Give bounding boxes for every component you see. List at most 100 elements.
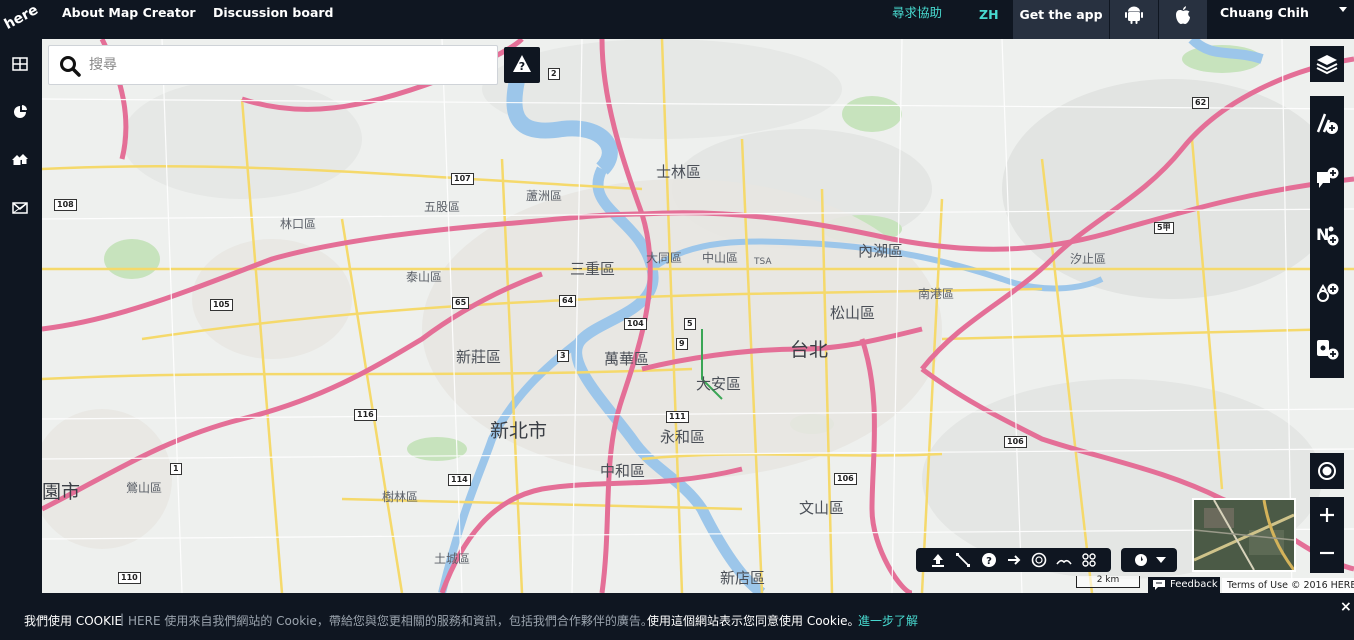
- get-app-button[interactable]: Get the app: [1013, 0, 1109, 39]
- route-shield: 5甲: [1154, 222, 1174, 234]
- zoom-controls: [1310, 497, 1344, 573]
- place-label: 汐止區: [1070, 252, 1107, 266]
- route-shield: 106: [1004, 436, 1027, 448]
- places-icon[interactable]: [11, 150, 29, 168]
- cookie-learn-more-link[interactable]: 進一步了解: [858, 612, 918, 629]
- map-tools-strip: ?: [916, 548, 1111, 572]
- place-label: 萬華區: [604, 350, 650, 368]
- close-icon[interactable]: ×: [1340, 599, 1352, 615]
- route-shield: 111: [666, 411, 689, 423]
- pie-chart-icon[interactable]: [11, 102, 29, 120]
- compass-button[interactable]: [1121, 548, 1177, 572]
- map-canvas[interactable]: 台北 新北市 三重區 新莊區 萬華區 大安區 中和區 永和區 松山區 內湖區 南…: [42, 39, 1354, 593]
- top-bar: here About Map Creator Discussion board …: [0, 0, 1354, 39]
- left-sidebar: [0, 39, 42, 593]
- apple-icon: [1176, 6, 1190, 24]
- add-camera-icon[interactable]: [1315, 336, 1339, 362]
- speed-limit-icon[interactable]: [1031, 552, 1047, 568]
- chevron-down-icon[interactable]: [1339, 7, 1347, 12]
- search-box: [48, 45, 498, 85]
- svg-text:?: ?: [519, 60, 525, 73]
- route-shield: 5: [684, 318, 696, 330]
- place-label: 土城區: [434, 552, 471, 566]
- edit-tools-panel: N: [1310, 96, 1344, 378]
- svg-text:?: ?: [986, 556, 992, 567]
- place-label: 鶯山區: [126, 481, 163, 495]
- route-shield: 107: [451, 173, 474, 185]
- route-shield: 106: [834, 473, 857, 485]
- add-comment-icon[interactable]: [1315, 166, 1339, 192]
- arrow-right-icon[interactable]: [1006, 552, 1022, 568]
- route-shield: 2: [548, 68, 560, 80]
- place-label: 大安區: [696, 375, 742, 393]
- measure-icon[interactable]: [955, 552, 971, 568]
- android-icon: [1125, 6, 1143, 24]
- report-issue-button[interactable]: ?: [504, 47, 540, 83]
- chat-icon: [1153, 580, 1165, 590]
- android-app-button[interactable]: [1110, 0, 1158, 39]
- locate-me-button[interactable]: [1310, 453, 1344, 489]
- layers-button[interactable]: [1310, 46, 1344, 82]
- user-menu[interactable]: Chuang Chih: [1220, 0, 1309, 39]
- minimap-image: [1194, 500, 1294, 570]
- route-shield: 62: [1192, 97, 1210, 109]
- map-base-layer: [42, 39, 1354, 593]
- route-shield: 114: [448, 474, 471, 486]
- place-label: 蘆洲區: [526, 189, 563, 203]
- route-shield: 3: [557, 350, 569, 362]
- route-shield: 1: [170, 463, 182, 475]
- feedback-label: Feedback: [1170, 579, 1218, 590]
- layers-icon: [1316, 55, 1338, 75]
- route-shield: 9: [676, 338, 688, 350]
- place-label: 林口區: [280, 217, 317, 231]
- place-label: 士林區: [656, 163, 702, 181]
- place-label: 新店區: [720, 569, 766, 587]
- place-label: 新莊區: [456, 348, 502, 366]
- terms-of-use-link[interactable]: Terms of Use © 2016 HERE: [1222, 578, 1354, 593]
- place-label: 園市: [42, 481, 81, 503]
- scale-bar: 2 km: [1076, 576, 1140, 588]
- help-link[interactable]: 尋求協助: [892, 0, 942, 39]
- envelope-icon[interactable]: [11, 199, 29, 217]
- add-road-icon[interactable]: [1315, 110, 1339, 136]
- map-creator-app: here About Map Creator Discussion board …: [0, 0, 1354, 640]
- terrain-icon[interactable]: [1056, 552, 1072, 568]
- cluster-icon[interactable]: [1081, 552, 1097, 568]
- language-switch[interactable]: ZH: [979, 0, 999, 39]
- place-label: 五股區: [424, 200, 461, 214]
- help-icon[interactable]: ?: [981, 552, 997, 568]
- route-shield: 64: [559, 295, 577, 307]
- add-address-icon[interactable]: [1315, 280, 1339, 306]
- compass-icon: [1135, 554, 1166, 566]
- place-label: 松山區: [830, 304, 876, 322]
- place-label: 大同區: [646, 251, 683, 265]
- grid-icon[interactable]: [11, 55, 29, 73]
- search-icon[interactable]: [59, 55, 81, 77]
- place-label: 樹林區: [382, 490, 419, 504]
- svg-text:N: N: [1316, 225, 1329, 244]
- zoom-out-icon[interactable]: [1315, 541, 1339, 565]
- route-shield: 110: [118, 572, 141, 584]
- apple-app-button[interactable]: [1159, 0, 1207, 39]
- cookie-banner: 我們使用 COOKIE | HERE 使用來自我們網站的 Cookie，帶給您與…: [0, 593, 1354, 640]
- zoom-in-icon[interactable]: [1315, 503, 1339, 527]
- upload-icon[interactable]: [930, 552, 946, 568]
- here-logo[interactable]: here: [0, 0, 42, 39]
- place-label: 文山區: [799, 499, 845, 517]
- add-poi-icon[interactable]: N: [1315, 222, 1339, 248]
- cookie-separator: |: [120, 612, 125, 626]
- nav-discussion-link[interactable]: Discussion board: [213, 0, 334, 39]
- route-shield: 116: [354, 409, 377, 421]
- place-label: 永和區: [660, 428, 706, 446]
- place-label: 內湖區: [858, 242, 904, 260]
- cookie-consent-text: 使用這個網站表示您同意使用 Cookie。: [647, 614, 860, 628]
- satellite-minimap[interactable]: [1192, 498, 1296, 572]
- place-label: 中和區: [600, 462, 646, 480]
- place-label: 南港區: [918, 287, 955, 301]
- search-input[interactable]: [89, 52, 489, 78]
- place-label: 中山區: [702, 251, 739, 265]
- route-shield: 105: [210, 299, 233, 311]
- feedback-button[interactable]: Feedback: [1148, 577, 1220, 593]
- route-shield: 65: [452, 297, 470, 309]
- nav-about-link[interactable]: About Map Creator: [62, 0, 196, 39]
